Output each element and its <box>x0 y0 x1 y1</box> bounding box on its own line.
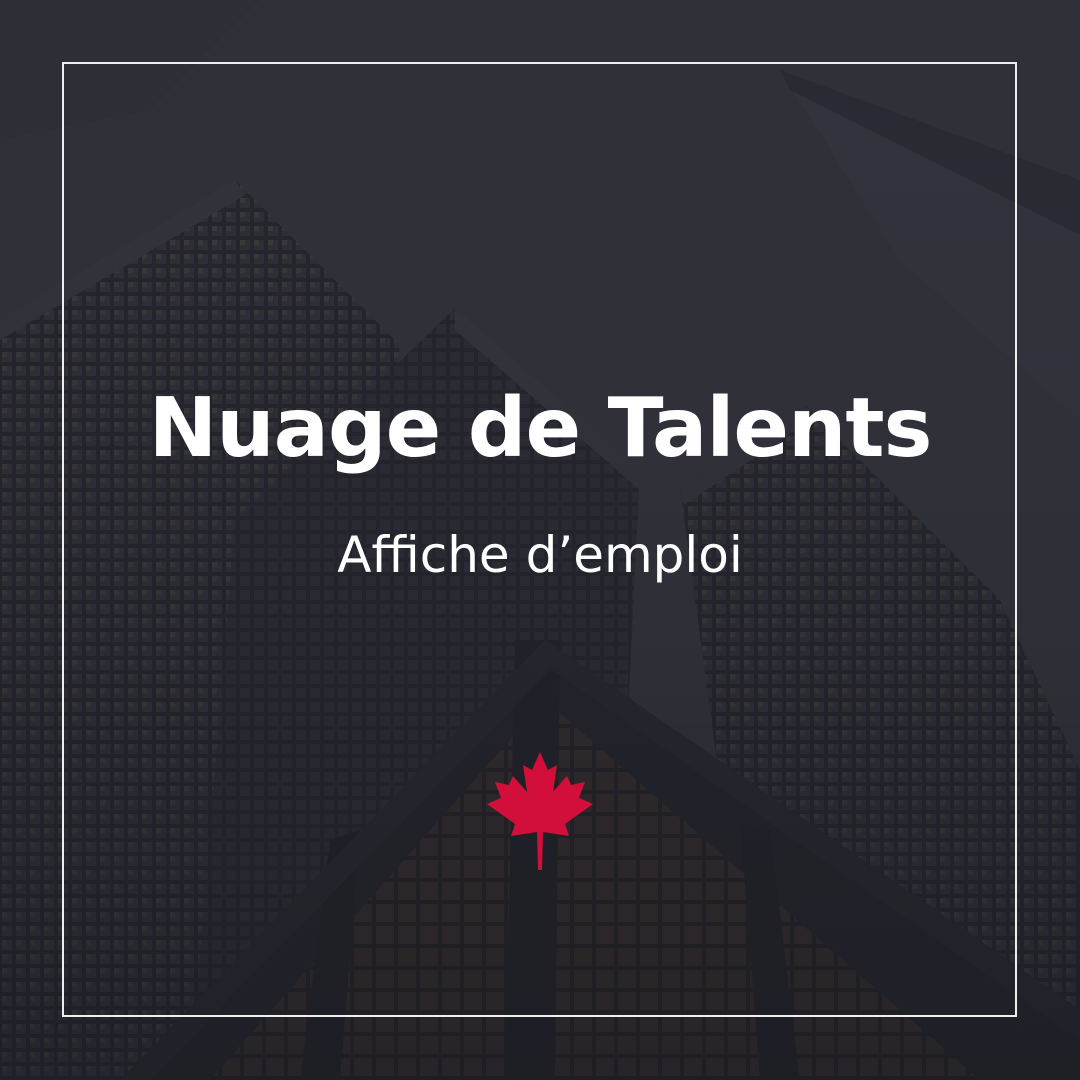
job-poster: Nuage de Talents Affiche d’emploi <box>0 0 1080 1080</box>
maple-leaf-icon <box>487 752 593 870</box>
poster-subtitle: Affiche d’emploi <box>337 526 743 584</box>
poster-title: Nuage de Talents <box>148 381 933 476</box>
